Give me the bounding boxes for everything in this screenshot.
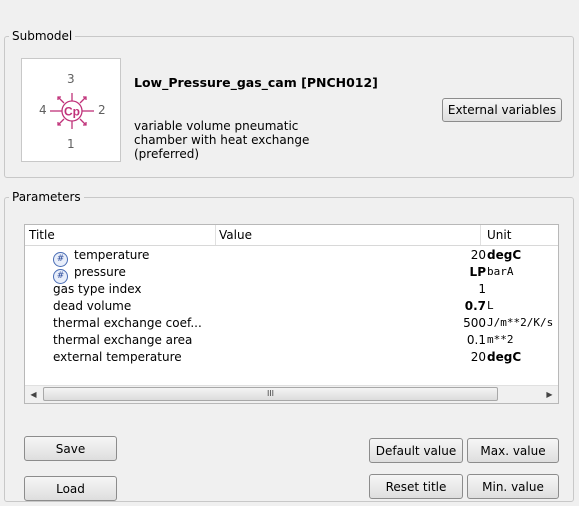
parameter-value[interactable]: 20 — [471, 350, 486, 364]
reset-title-button[interactable]: Reset title — [369, 474, 463, 499]
parameter-value[interactable]: 0.1 — [467, 333, 486, 347]
save-button[interactable]: Save — [24, 436, 117, 461]
submodel-name: Low_Pressure_gas_cam [PNCH012] — [134, 75, 378, 90]
external-variables-button[interactable]: External variables — [442, 98, 562, 122]
parameter-title-text: temperature — [74, 248, 150, 262]
parameter-value[interactable]: 500 — [463, 316, 486, 330]
table-row[interactable]: thermal exchange coef... 500 J/m**2/K/s — [25, 315, 558, 332]
parameter-title-text: thermal exchange coef... — [53, 316, 202, 330]
port-1-label: 1 — [67, 137, 75, 151]
parameter-value[interactable]: LP — [470, 265, 486, 279]
parameter-title-text: thermal exchange area — [53, 333, 193, 347]
table-row[interactable]: external temperature 20 degC — [25, 349, 558, 366]
table-row[interactable]: # pressure LP barA — [25, 264, 558, 284]
table-header: Title Value Unit — [25, 225, 558, 246]
parameter-title: external temperature — [53, 350, 182, 364]
port-3-label: 3 — [67, 72, 75, 86]
submodel-group-title: Submodel — [9, 28, 76, 44]
parameter-unit: J/m**2/K/s — [487, 316, 554, 329]
parameter-title: gas type index — [53, 282, 142, 296]
submodel-description: variable volume pneumatic chamber with h… — [134, 119, 310, 161]
parameters-group-title: Parameters — [9, 189, 84, 205]
parameter-unit: degC — [487, 248, 522, 262]
load-button[interactable]: Load — [24, 476, 117, 501]
column-divider[interactable] — [480, 225, 481, 245]
parameter-value[interactable]: 1 — [478, 282, 486, 296]
column-header-title[interactable]: Title — [29, 228, 55, 242]
scroll-left-arrow-icon[interactable]: ◀ — [25, 386, 42, 403]
submodel-icon: Cp 3 4 2 1 — [21, 58, 121, 162]
default-value-button[interactable]: Default value — [369, 438, 463, 463]
table-row[interactable]: thermal exchange area 0.1 m**2 — [25, 332, 558, 349]
parameter-title-text: pressure — [74, 265, 126, 279]
parameter-value[interactable]: 0.7 — [465, 299, 486, 313]
table-row[interactable]: # temperature 20 degC — [25, 247, 558, 267]
port-4-label: 4 — [39, 103, 47, 117]
parameter-title-text: external temperature — [53, 350, 182, 364]
parameters-table[interactable]: Title Value Unit # temperature 20 degC # pres… — [24, 224, 559, 404]
parameter-title-text: gas type index — [53, 282, 142, 296]
parameter-title-text: dead volume — [53, 299, 132, 313]
parameter-title: thermal exchange coef... — [53, 316, 202, 330]
column-header-value[interactable]: Value — [219, 228, 252, 242]
parameter-title: thermal exchange area — [53, 333, 192, 347]
scroll-thumb[interactable]: III — [43, 387, 498, 401]
table-row[interactable]: gas type index 1 — [25, 281, 558, 298]
column-header-unit[interactable]: Unit — [487, 228, 511, 242]
cp-symbol: Cp — [64, 105, 80, 119]
parameter-unit: L — [487, 299, 494, 312]
parameter-unit: degC — [487, 350, 522, 364]
parameter-title: dead volume — [53, 299, 131, 313]
horizontal-scrollbar[interactable]: ◀ III ▶ — [25, 385, 558, 403]
max-value-button[interactable]: Max. value — [467, 438, 559, 463]
parameter-unit: barA — [487, 265, 514, 278]
parameter-unit: m**2 — [487, 333, 514, 346]
parameter-value[interactable]: 20 — [471, 248, 486, 262]
column-divider[interactable] — [215, 225, 216, 245]
min-value-button[interactable]: Min. value — [467, 474, 559, 499]
scroll-right-arrow-icon[interactable]: ▶ — [541, 386, 558, 403]
table-row[interactable]: dead volume 0.7 L — [25, 298, 558, 315]
port-2-label: 2 — [98, 103, 106, 117]
